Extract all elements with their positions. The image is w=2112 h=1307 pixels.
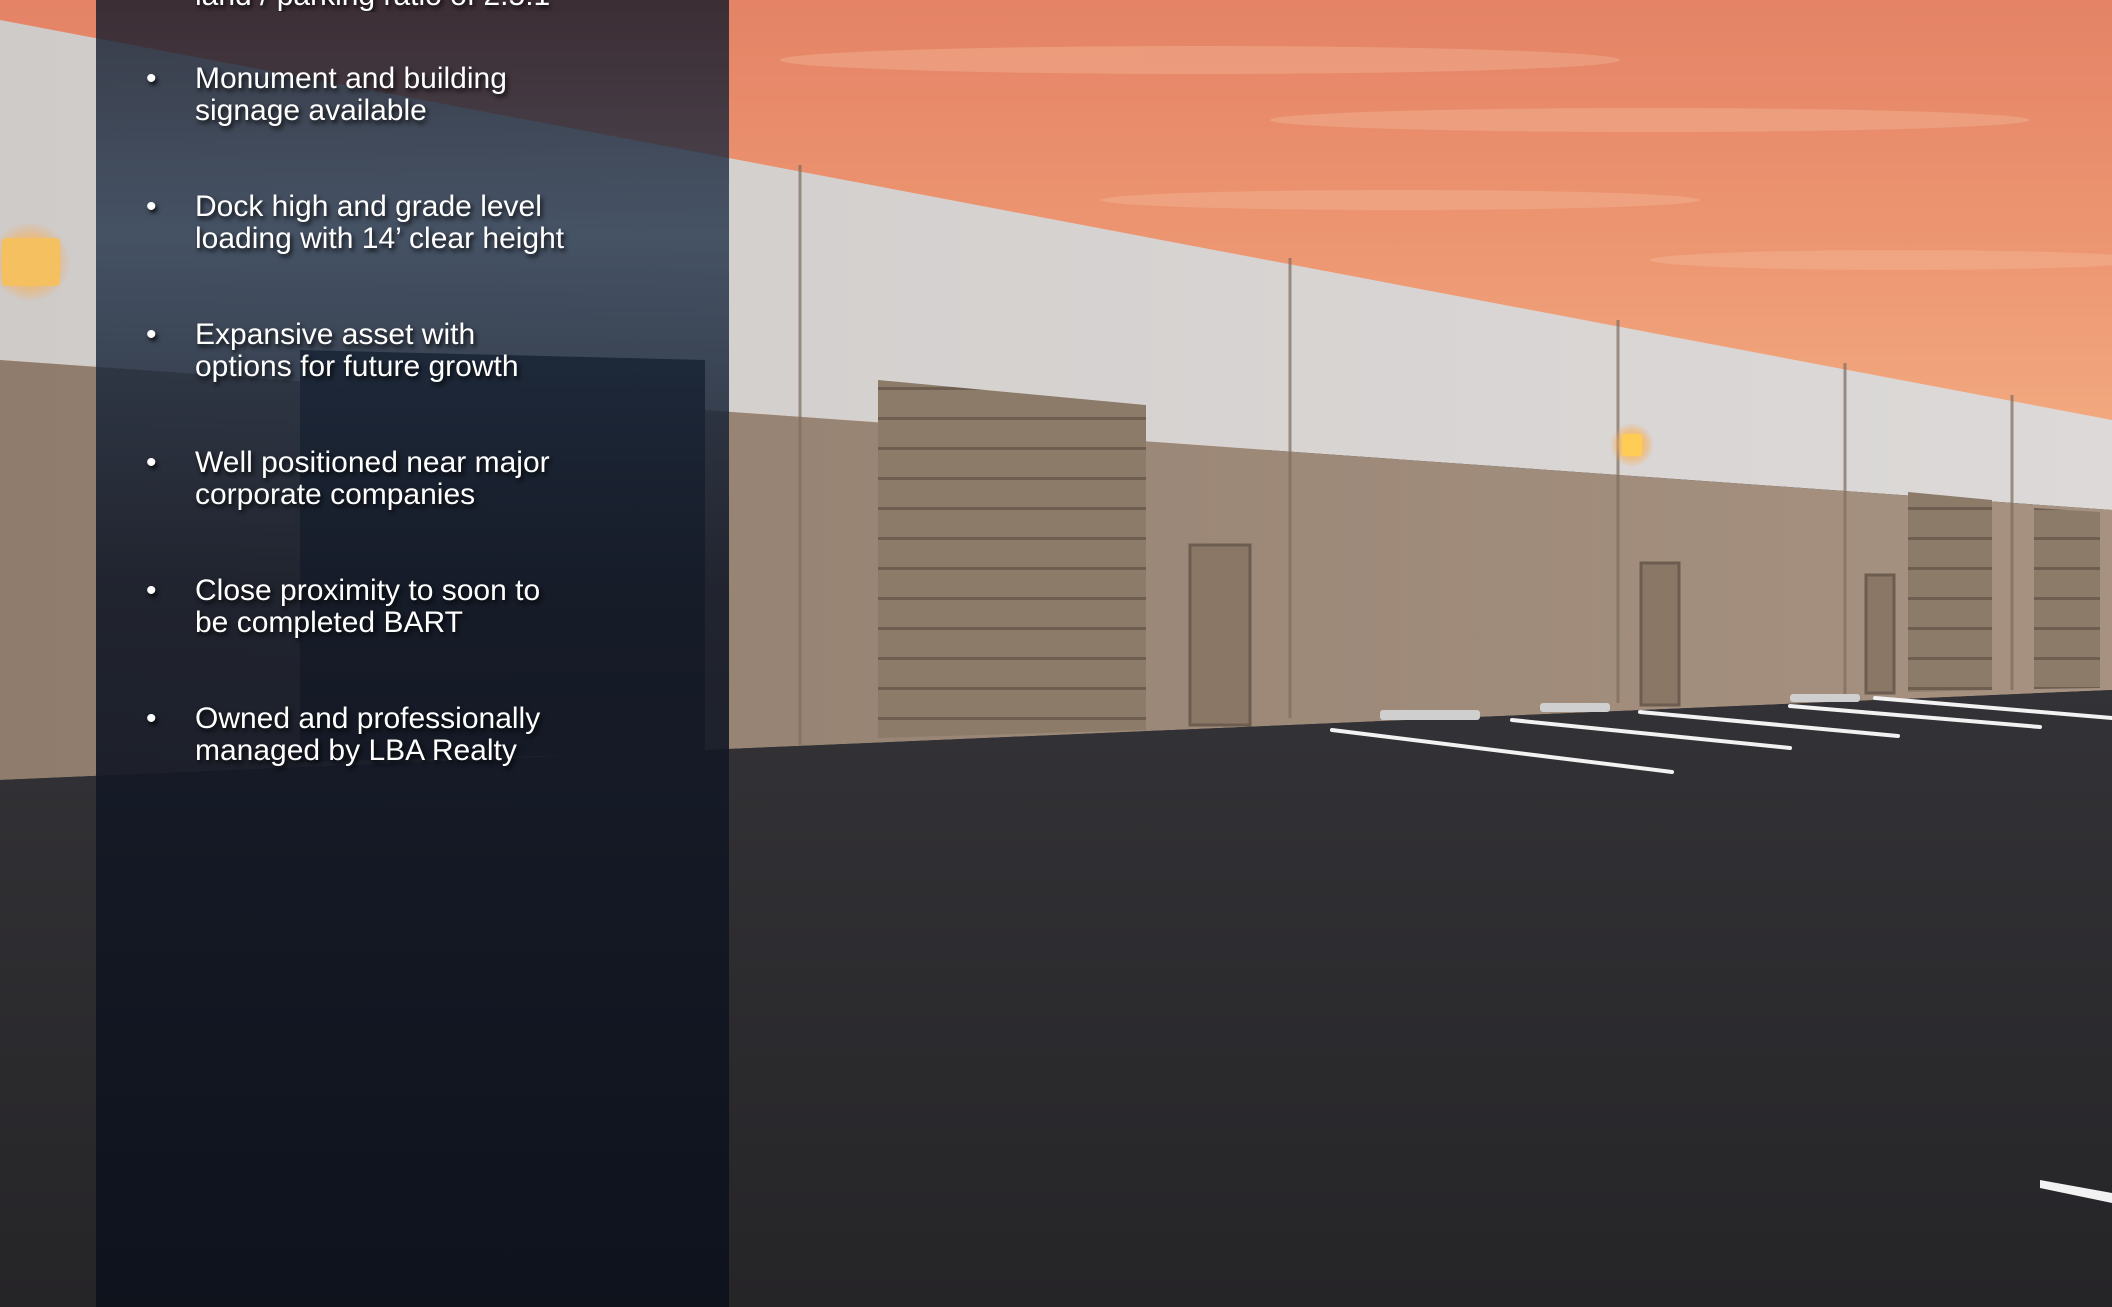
- bullet-icon: •: [146, 574, 157, 607]
- partial-feature-text: land / parking ratio of 2.5:1: [195, 0, 715, 12]
- bullet-icon: •: [146, 62, 157, 95]
- bullet-icon: •: [146, 702, 157, 735]
- feature-text: Close proximity to soon to be completed …: [195, 574, 541, 639]
- bullet-icon: •: [146, 318, 157, 351]
- bullet-icon: •: [146, 190, 157, 223]
- feature-text: Owned and professionally managed by LBA …: [195, 702, 541, 767]
- feature-text: Expansive asset with options for future …: [195, 318, 519, 383]
- bullet-icon: •: [146, 446, 157, 479]
- feature-text: Well positioned near major corporate com…: [195, 446, 550, 511]
- feature-text: Monument and building signage available: [195, 62, 507, 127]
- features-panel: land / parking ratio of 2.5:1 • Monument…: [96, 0, 729, 1307]
- page: land / parking ratio of 2.5:1 • Monument…: [0, 0, 2112, 1307]
- feature-text: Dock high and grade level loading with 1…: [195, 190, 565, 255]
